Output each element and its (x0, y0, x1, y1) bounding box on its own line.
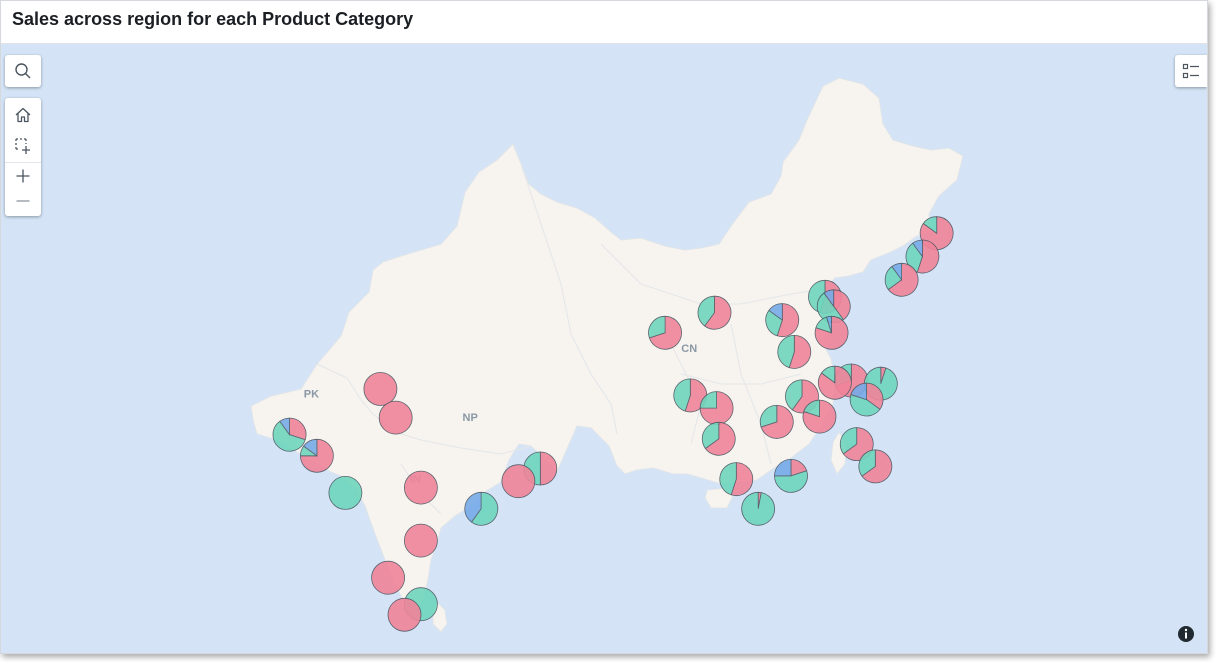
home-icon (15, 107, 31, 123)
pie-slice[interactable] (387, 597, 422, 632)
map-canvas[interactable]: PKNPINCN (1, 44, 1207, 653)
zoom-out-button[interactable] (5, 189, 41, 213)
info-icon (1178, 626, 1194, 642)
pie-slice[interactable] (371, 560, 406, 595)
search-control (5, 55, 41, 87)
pie-marker-telangana[interactable] (403, 523, 438, 558)
chart-title: Sales across region for each Product Cat… (12, 9, 414, 29)
pie-marker-taiwan[interactable] (858, 449, 893, 484)
pie-marker-henan[interactable] (777, 334, 812, 369)
pie-marker-gujarat[interactable] (328, 475, 363, 510)
pie-marker-pakistan-west[interactable] (272, 417, 307, 452)
search-button[interactable] (5, 55, 41, 87)
navigation-control (5, 98, 41, 216)
box-select-button[interactable] (5, 131, 41, 161)
search-icon (15, 63, 31, 79)
pie-marker-jiangxi[interactable] (802, 399, 837, 434)
np-label: NP (463, 412, 478, 424)
pie-marker-anhui[interactable] (817, 365, 852, 400)
pie-marker-kolkata[interactable] (501, 464, 536, 499)
pie-marker-guizhou[interactable] (701, 421, 736, 456)
control-separator (5, 162, 41, 163)
pie-marker-shandong[interactable] (814, 315, 849, 350)
home-button[interactable] (5, 100, 41, 130)
zoom-in-icon (16, 169, 30, 183)
pie-marker-hainan[interactable] (741, 491, 776, 526)
pie-slice[interactable] (741, 491, 776, 526)
info-button[interactable] (1177, 625, 1195, 643)
legend-control (1175, 55, 1207, 87)
pie-marker-guangxi[interactable] (719, 462, 754, 496)
pie-marker-delhi[interactable] (378, 400, 413, 435)
pie-slice[interactable] (501, 464, 536, 499)
pie-marker-guangdong[interactable] (774, 458, 808, 493)
zoom-in-button[interactable] (5, 164, 41, 188)
pie-marker-hunan[interactable] (759, 404, 794, 439)
pie-marker-zhejiang[interactable] (849, 382, 884, 417)
map-widget: Sales across region for each Product Cat… (0, 0, 1208, 654)
widget-header: Sales across region for each Product Cat… (1, 1, 1207, 44)
pie-marker-punjab-in[interactable] (363, 372, 398, 406)
pie-marker-karnataka[interactable] (371, 560, 406, 595)
pie-slice[interactable] (378, 400, 413, 435)
pie-marker-shanxi[interactable] (765, 303, 800, 337)
box-select-icon (15, 138, 30, 154)
pie-marker-liaoning[interactable] (884, 262, 919, 297)
pie-marker-ningxia[interactable] (697, 295, 732, 330)
pie-slice[interactable] (403, 523, 438, 558)
legend-list-icon (1182, 63, 1199, 79)
pie-slice[interactable] (403, 470, 438, 505)
pie-marker-karachi[interactable] (299, 438, 334, 473)
pie-marker-kerala[interactable] (387, 597, 422, 632)
pk-label: PK (304, 389, 319, 401)
pie-marker-madhya-pradesh[interactable] (403, 470, 438, 505)
pie-marker-chongqing[interactable] (699, 391, 734, 425)
pie-slice[interactable] (363, 372, 398, 406)
cn-label: CN (681, 343, 697, 355)
legend-toggle-button[interactable] (1175, 55, 1207, 87)
zoom-out-icon (16, 200, 30, 202)
pie-marker-qinghai[interactable] (648, 315, 682, 350)
pie-marker-odisha[interactable] (464, 491, 499, 526)
pie-slice[interactable] (328, 475, 363, 510)
